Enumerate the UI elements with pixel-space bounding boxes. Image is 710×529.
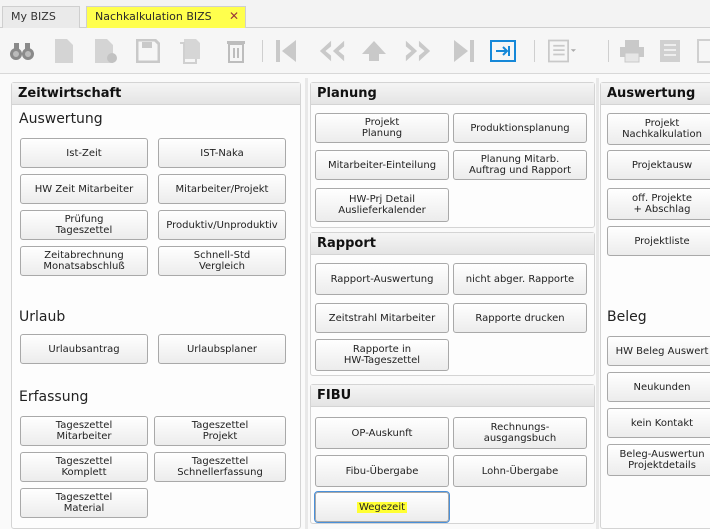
projekt-nachkalkulation-button[interactable]: Projekt Nachkalkulation: [607, 113, 710, 145]
urlaubsantrag-button[interactable]: Urlaubsantrag: [20, 334, 148, 364]
beleg-auswertung-projektdetails-button[interactable]: Beleg-Auswertun Projektdetails: [607, 444, 710, 476]
produktionsplanung-button[interactable]: Produktionsplanung: [453, 113, 587, 143]
rapport-auswertung-button[interactable]: Rapport-Auswertung: [315, 263, 449, 295]
panel-title: Auswertung: [601, 83, 710, 105]
panel-title: Rapport: [311, 233, 594, 255]
hw-prj-detail-button[interactable]: HW-Prj Detail Auslieferkalender: [315, 188, 449, 222]
zeitstrahl-mitarbeiter-button[interactable]: Zeitstrahl Mitarbeiter: [315, 303, 449, 333]
column-divider: [305, 78, 308, 529]
panel-title: FIBU: [311, 385, 594, 407]
mitarbeiter-einteilung-button[interactable]: Mitarbeiter-Einteilung: [315, 150, 449, 180]
projektliste-button[interactable]: Projektliste: [607, 226, 710, 256]
wegezeit-label: Wegezeit: [356, 501, 408, 513]
add-document-icon[interactable]: [92, 37, 120, 65]
tab-my-bizs[interactable]: My BIZS: [2, 6, 80, 28]
ist-zeit-button[interactable]: Ist-Zeit: [20, 138, 148, 168]
produktiv-unproduktiv-button[interactable]: Produktiv/Unproduktiv: [158, 210, 286, 240]
close-icon[interactable]: ✕: [229, 9, 239, 23]
tab-nachkalkulation-bizs[interactable]: Nachkalkulation BIZS ✕: [86, 6, 246, 28]
tab-bar: My BIZS Nachkalkulation BIZS ✕: [0, 0, 710, 28]
wegezeit-button[interactable]: Wegezeit: [314, 491, 450, 523]
save-icon[interactable]: [134, 37, 162, 65]
tageszettel-komplett-button[interactable]: Tageszettel Komplett: [20, 452, 148, 482]
ist-naka-button[interactable]: IST-Naka: [158, 138, 286, 168]
kein-kontakt-button[interactable]: kein Kontakt: [607, 408, 710, 438]
planung-mitarb-button[interactable]: Planung Mitarb. Auftrag und Rapport: [453, 150, 587, 180]
section-auswertung: Auswertung: [19, 111, 103, 127]
rapporte-hw-tageszettel-button[interactable]: Rapporte in HW-Tageszettel: [315, 339, 449, 371]
next-record-icon[interactable]: [404, 37, 432, 65]
pruefung-tageszettel-button[interactable]: Prüfung Tageszettel: [20, 210, 148, 240]
tab-label: My BIZS: [11, 10, 56, 23]
tageszettel-schnellerfassung-button[interactable]: Tageszettel Schnellerfassung: [154, 452, 286, 482]
more-tools-icon[interactable]: [692, 37, 710, 65]
urlaubsplaner-button[interactable]: Urlaubsplaner: [158, 334, 286, 364]
delete-icon[interactable]: [222, 37, 250, 65]
projekt-planung-button[interactable]: Projekt Planung: [315, 113, 449, 143]
lohn-uebergabe-button[interactable]: Lohn-Übergabe: [453, 455, 587, 487]
tageszettel-mitarbeiter-button[interactable]: Tageszettel Mitarbeiter: [20, 416, 148, 446]
nicht-abger-rapporte-button[interactable]: nicht abger. Rapporte: [453, 263, 587, 295]
panel-zeitwirtschaft: Zeitwirtschaft Auswertung Ist-Zeit IST-N…: [11, 82, 301, 529]
export-icon[interactable]: [490, 40, 516, 62]
panel-rapport: Rapport Rapport-Auswertung nicht abger. …: [310, 232, 595, 376]
panel-title: Zeitwirtschaft: [12, 83, 300, 105]
tageszettel-material-button[interactable]: Tageszettel Material: [20, 488, 148, 518]
new-document-icon[interactable]: [50, 37, 78, 65]
panel-title: Planung: [311, 83, 594, 105]
panel-auswertung: Auswertung Projekt Nachkalkulation Proje…: [600, 82, 710, 529]
off-projekte-abschlag-button[interactable]: off. Projekte + Abschlag: [607, 188, 710, 220]
toolbar-separator: [262, 40, 263, 62]
section-urlaub: Urlaub: [19, 309, 66, 325]
section-erfassung: Erfassung: [19, 389, 89, 405]
toolbar: [0, 28, 710, 74]
hw-zeit-mitarbeiter-button[interactable]: HW Zeit Mitarbeiter: [20, 174, 148, 204]
previous-record-icon[interactable]: [318, 37, 346, 65]
neukunden-button[interactable]: Neukunden: [607, 372, 710, 402]
tab-label: Nachkalkulation BIZS: [95, 10, 212, 23]
op-auskunft-button[interactable]: OP-Auskunft: [315, 417, 449, 449]
projektauswertung-button[interactable]: Projektausw: [607, 150, 710, 180]
list-view-icon[interactable]: [548, 37, 576, 65]
report-icon[interactable]: [656, 37, 684, 65]
toolbar-separator: [534, 40, 535, 62]
rechnungsausgangsbuch-button[interactable]: Rechnungs- ausgangsbuch: [453, 417, 587, 449]
panel-fibu: FIBU OP-Auskunft Rechnungs- ausgangsbuch…: [310, 384, 595, 524]
mitarbeiter-projekt-button[interactable]: Mitarbeiter/Projekt: [158, 174, 286, 204]
last-record-icon[interactable]: [450, 37, 478, 65]
fibu-uebergabe-button[interactable]: Fibu-Übergabe: [315, 455, 449, 487]
section-beleg: Beleg: [607, 309, 647, 325]
first-record-icon[interactable]: [272, 37, 300, 65]
panel-planung: Planung Projekt Planung Produktionsplanu…: [310, 82, 595, 228]
tageszettel-projekt-button[interactable]: Tageszettel Projekt: [154, 416, 286, 446]
hw-beleg-auswertung-button[interactable]: HW Beleg Auswert: [607, 336, 710, 366]
schnell-std-vergleich-button[interactable]: Schnell-Std Vergleich: [158, 246, 286, 276]
print-icon[interactable]: [618, 37, 646, 65]
column-divider: [596, 78, 599, 529]
binoculars-icon[interactable]: [8, 37, 36, 65]
copy-icon[interactable]: [176, 37, 204, 65]
toolbar-separator: [608, 40, 609, 62]
zeitabrechnung-button[interactable]: Zeitabrechnung Monatsabschluß: [20, 246, 148, 276]
rapporte-drucken-button[interactable]: Rapporte drucken: [453, 303, 587, 333]
up-icon[interactable]: [360, 37, 388, 65]
